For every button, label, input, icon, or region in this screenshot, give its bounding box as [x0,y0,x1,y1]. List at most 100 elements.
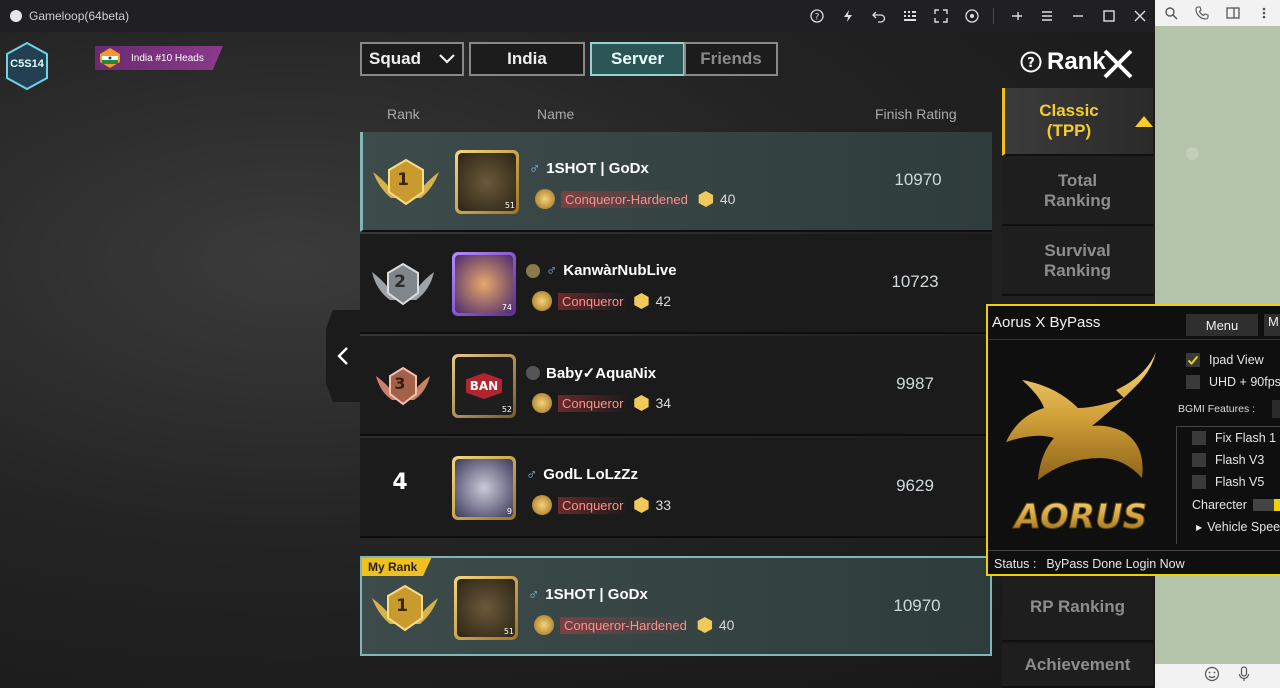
avatar-level: 52 [501,405,512,414]
close-icon[interactable] [1124,0,1155,32]
triangle-right-icon: ▶ [1196,522,1203,532]
collapse-arrow-button[interactable] [326,310,360,402]
ipad-view-option[interactable]: Ipad View [1186,353,1264,367]
tab-total-ranking[interactable]: Total Ranking [1002,158,1153,226]
india-flag-icon [100,48,120,68]
avatar-level: 51 [503,627,514,636]
tier-info: Conqueror-Hardened 40 [535,189,735,209]
rank-number: 3 [394,374,406,393]
rank-title: ? Rank [1020,48,1106,76]
tab-rp-ranking[interactable]: RP Ranking [1002,574,1153,642]
menu-icon[interactable] [1031,0,1062,32]
region-tab[interactable]: India [469,42,585,76]
tab-friends[interactable]: Friends [684,42,778,76]
star-badge-icon [634,497,649,513]
checkbox[interactable] [1186,375,1200,389]
charecter-option: Charecter [1192,498,1247,512]
avatar[interactable]: 51 [454,576,518,640]
tab-server[interactable]: Server [590,42,685,76]
player-name: Baby✓AquaNix [526,364,656,382]
avatar[interactable]: 9 [452,456,516,520]
tab-achievement[interactable]: Achievement [1002,644,1153,688]
keyboard-icon[interactable] [894,0,925,32]
tab-classic-tpp[interactable]: Classic (TPP) [1002,88,1153,156]
mode-dropdown[interactable]: Squad [360,42,464,76]
fix-flash-label: Fix Flash 1 [1215,431,1277,445]
tier-label: Conqueror-Hardened [560,616,691,634]
menu-button[interactable]: Menu [1186,314,1258,336]
flash-v3-option[interactable]: Flash V3 [1192,453,1264,467]
help-circle-icon[interactable]: ? [1020,51,1042,73]
male-icon: ♂ [528,586,540,603]
rank-number: 1 [396,596,408,616]
finish-rating: 10970 [894,170,942,189]
search-icon[interactable] [1155,6,1186,20]
avatar[interactable]: 51 [455,150,519,214]
vehicle-speed-option[interactable]: ▶ Vehicle Speed [1196,520,1280,534]
fullscreen-icon[interactable] [925,0,956,32]
svg-text:?: ? [814,13,819,23]
boost-icon[interactable] [832,0,863,32]
sidebar-icon[interactable] [1218,6,1249,20]
back-icon[interactable] [863,0,894,32]
season-badge[interactable]: C5S14 [5,41,49,91]
male-icon: ♂ [546,262,558,279]
titlebar-icons: ? [801,0,1155,32]
tab-achievement-label: Achievement [1024,654,1131,674]
tab-total-ranking-label: Total Ranking [1043,170,1112,210]
male-icon: ♂ [529,160,541,177]
finish-rating: 10970 [893,596,941,615]
fix-flash-option[interactable]: Fix Flash 1 [1192,431,1276,445]
window-title: Gameloop(64beta) [29,9,130,23]
close-icon[interactable] [1100,46,1136,82]
my-rank-row[interactable]: My Rank 1 51 ♂ 1SHOT | GoDx Conqueror-Har… [360,556,992,656]
tab-survival-ranking[interactable]: Survival Ranking [1002,228,1153,296]
help-icon[interactable]: ? [801,0,832,32]
flash-v5-option[interactable]: Flash V5 [1192,475,1264,489]
character-avatar-icon [455,459,513,517]
gameloop-logo-icon [10,10,22,22]
menu-button-2[interactable]: M [1264,314,1280,336]
tier-stars: 42 [655,293,672,309]
checkbox[interactable] [1192,453,1206,467]
leaderboard-row[interactable]: 2 74 ♂ KanwàrNubLive Conqueror 42 10723 [360,234,992,334]
avatar[interactable]: BAN 52 [452,354,516,418]
checkbox[interactable] [1192,475,1206,489]
charecter-slider[interactable] [1253,499,1280,511]
tier-info: Conqueror 34 [532,393,671,413]
mic-icon[interactable] [1238,666,1250,686]
country-rank-label: India #10 Heads [131,52,204,64]
player-name-text: 1SHOT | GoDx [545,586,648,603]
conqueror-tier-icon [532,291,552,311]
tab-rp-ranking-label: RP Ranking [1029,596,1126,616]
star-badge-icon [697,617,713,633]
maximize-icon[interactable] [1093,0,1124,32]
player-name-text: GodL LoLzZz [543,466,638,483]
leaderboard-row[interactable]: 1 51 ♂ 1SHOT | GoDx Conqueror-Hardened 40… [360,132,992,232]
tier-label: Conqueror-Hardened [561,190,692,208]
browser-strip-toolbar [1155,0,1280,26]
controller-icon[interactable] [956,0,987,32]
ipad-view-label: Ipad View [1209,353,1264,367]
checkbox[interactable] [1192,431,1206,445]
tier-stars: 34 [655,395,672,411]
checkbox-checked[interactable] [1186,353,1200,367]
more-icon[interactable] [1249,6,1280,20]
uhd-option[interactable]: UHD + 90fps [1186,375,1280,389]
aorus-logo-text: AORUS [1012,497,1147,537]
avatar[interactable]: 74 [452,252,516,316]
pin-icon[interactable] [1000,0,1031,32]
triangle-up-icon [1135,115,1153,127]
leaderboard-row[interactable]: 4 9 ♂ GodL LoLzZz Conqueror 33 9629 [360,438,992,538]
game-viewport: C5S14 India #10 Heads Squad India Server… [0,32,1155,688]
phone-icon[interactable] [1186,6,1217,20]
status-bar: Status : ByPass Done Login Now [988,550,1280,576]
features-dropdown[interactable] [1272,400,1280,418]
charecter-label: Charecter [1192,498,1247,512]
country-rank-badge[interactable]: India #10 Heads [95,46,223,70]
minimize-icon[interactable] [1062,0,1093,32]
ban-label: BAN [465,373,503,399]
leaderboard-row[interactable]: 3 BAN 52 Baby✓AquaNix Conqueror 34 9987 [360,336,992,436]
mode-dropdown-label: Squad [369,49,421,68]
emoji-icon[interactable] [1204,666,1220,686]
